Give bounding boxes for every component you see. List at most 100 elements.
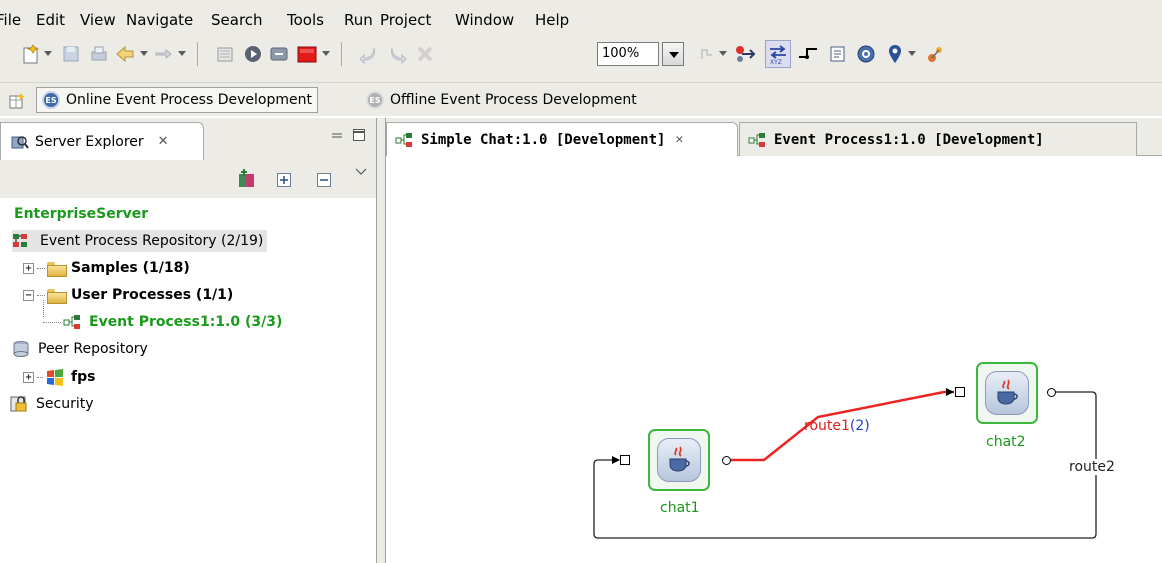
route1-name: route1 <box>804 418 850 434</box>
zoom-dropdown-button[interactable] <box>662 42 684 66</box>
server-name: EnterpriseServer <box>14 206 149 222</box>
menu-project[interactable]: Project <box>380 11 431 29</box>
collapse-all-icon[interactable] <box>316 172 332 192</box>
menu-help[interactable]: Help <box>535 11 569 29</box>
chat1-output-port[interactable] <box>722 456 731 465</box>
chat1-label: chat1 <box>660 500 700 516</box>
menu-view[interactable]: View <box>80 11 116 29</box>
event-process-icon <box>63 315 80 329</box>
menu-navigate[interactable]: Navigate <box>126 11 193 29</box>
minimize-icon[interactable] <box>330 128 344 142</box>
expand-toggle-icon[interactable]: + <box>23 371 34 383</box>
editor-tab-event-process[interactable]: Event Process1:1.0 [Development] <box>739 122 1137 156</box>
server-explorer-tabbar: Server Explorer ✕ <box>0 118 376 160</box>
windows-peer-icon <box>47 369 63 386</box>
tree-item-user-processes[interactable]: − User Processes (1/1) <box>23 284 233 306</box>
database-icon <box>13 341 29 357</box>
new-wizard-icon[interactable] <box>18 40 44 68</box>
maximize-icon[interactable] <box>352 128 366 142</box>
connect-dropdown-icon[interactable] <box>719 51 727 56</box>
server-explorer-tab-label: Server Explorer <box>35 133 144 150</box>
perspective-offline-tab[interactable]: ES Offline Event Process Development <box>366 87 637 113</box>
server-explorer-icon <box>11 135 29 149</box>
server-explorer-panel: Server Explorer ✕ EnterpriseServer Event… <box>0 118 376 563</box>
menu-edit[interactable]: Edit <box>36 11 65 29</box>
java-cup-icon <box>657 438 701 482</box>
back-icon[interactable] <box>112 40 138 68</box>
chat2-label: chat2 <box>986 434 1026 450</box>
expand-toggle-icon[interactable]: + <box>23 262 34 274</box>
deploy-icon[interactable] <box>212 40 238 68</box>
tree-item-event-process[interactable]: Event Process1:1.0 (3/3) <box>43 311 282 333</box>
tree-item-fps[interactable]: + fps <box>23 366 95 388</box>
view-menu-icon[interactable] <box>354 166 368 181</box>
delete-icon[interactable] <box>412 40 438 68</box>
close-icon[interactable]: ✕ <box>675 132 683 147</box>
route-icon[interactable] <box>733 40 759 68</box>
stop-dropdown-icon[interactable] <box>322 51 330 56</box>
expand-all-icon[interactable] <box>276 172 292 192</box>
forward-dropdown-icon[interactable] <box>178 51 186 56</box>
menu-run[interactable]: Run <box>344 11 373 29</box>
start-icon[interactable] <box>240 40 266 68</box>
editor-tab-label: Event Process1:1.0 [Development] <box>774 131 1044 148</box>
properties-icon[interactable] <box>825 40 851 68</box>
chat1-node[interactable] <box>648 429 710 491</box>
undo-icon[interactable] <box>356 40 382 68</box>
forward-icon[interactable] <box>150 40 176 68</box>
tree-item-peer-repository[interactable]: Peer Repository <box>12 338 148 360</box>
layout-xyz-icon[interactable]: XYZ <box>765 40 791 68</box>
main-toolbar: 100% XYZ <box>0 40 1162 80</box>
connect-icon[interactable] <box>694 40 720 68</box>
close-icon[interactable]: ✕ <box>158 134 169 149</box>
es-icon: ES <box>366 91 384 109</box>
chat2-output-port[interactable] <box>1047 388 1056 397</box>
menu-file[interactable]: File <box>0 11 21 29</box>
tree-item-samples[interactable]: + Samples (1/18) <box>23 257 190 279</box>
route2-label[interactable]: route2 <box>1069 459 1115 475</box>
event-process-icon <box>395 132 412 147</box>
open-perspective-icon[interactable] <box>4 87 30 115</box>
editor-tab-label: Simple Chat:1.0 [Development] <box>421 131 666 148</box>
back-dropdown-icon[interactable] <box>140 51 148 56</box>
svg-text:XYZ: XYZ <box>770 59 782 65</box>
pin-dropdown-icon[interactable] <box>908 51 916 56</box>
folder-open-icon <box>47 288 67 304</box>
monitor-icon[interactable] <box>853 40 879 68</box>
manhattan-route-icon[interactable] <box>795 40 821 68</box>
tree-item-enterprise-server[interactable]: EnterpriseServer <box>14 203 148 225</box>
perspective-online-tab[interactable]: ES Online Event Process Development <box>36 87 318 113</box>
chat2-node[interactable] <box>976 362 1038 424</box>
tree-item-security[interactable]: Security <box>10 393 94 415</box>
route1-label[interactable]: route1(2) <box>804 418 870 434</box>
server-connect-icon[interactable] <box>236 168 258 194</box>
menu-window[interactable]: Window <box>455 11 514 29</box>
menu-bar: File Edit View Navigate Search Tools Run… <box>0 0 1162 40</box>
process-editor-canvas[interactable]: chat1 chat2 route1(2) route2 <box>386 156 1162 563</box>
redo-icon[interactable] <box>384 40 410 68</box>
panel-splitter[interactable] <box>376 118 386 563</box>
editor-tab-simple-chat[interactable]: Simple Chat:1.0 [Development] ✕ <box>386 122 738 156</box>
server-explorer-tab[interactable]: Server Explorer ✕ <box>0 122 204 160</box>
chat2-input-port[interactable] <box>955 387 965 397</box>
menu-search[interactable]: Search <box>211 11 263 29</box>
zoom-combo-input[interactable]: 100% <box>597 42 659 66</box>
location-pin-icon[interactable] <box>882 40 908 68</box>
perspective-bar: ES Online Event Process Development ES O… <box>0 82 1162 116</box>
es-icon: ES <box>42 91 60 109</box>
wizard-icon[interactable] <box>922 40 948 68</box>
chat1-input-port[interactable] <box>620 455 630 465</box>
menu-tools[interactable]: Tools <box>287 11 324 29</box>
collapse-toggle-icon[interactable]: − <box>23 289 34 301</box>
print-icon[interactable] <box>86 40 112 68</box>
event-process-label: Event Process1:1.0 (3/3) <box>89 314 283 330</box>
event-process-icon <box>748 132 765 147</box>
stop-icon[interactable] <box>294 40 320 68</box>
save-icon[interactable] <box>58 40 84 68</box>
new-dropdown-icon[interactable] <box>44 51 52 56</box>
repository-icon <box>13 234 27 247</box>
folder-icon <box>47 261 67 277</box>
tree-item-event-repository[interactable]: Event Process Repository (2/19) <box>12 230 268 252</box>
redeploy-icon[interactable] <box>266 40 292 68</box>
route-connections <box>593 388 1097 539</box>
